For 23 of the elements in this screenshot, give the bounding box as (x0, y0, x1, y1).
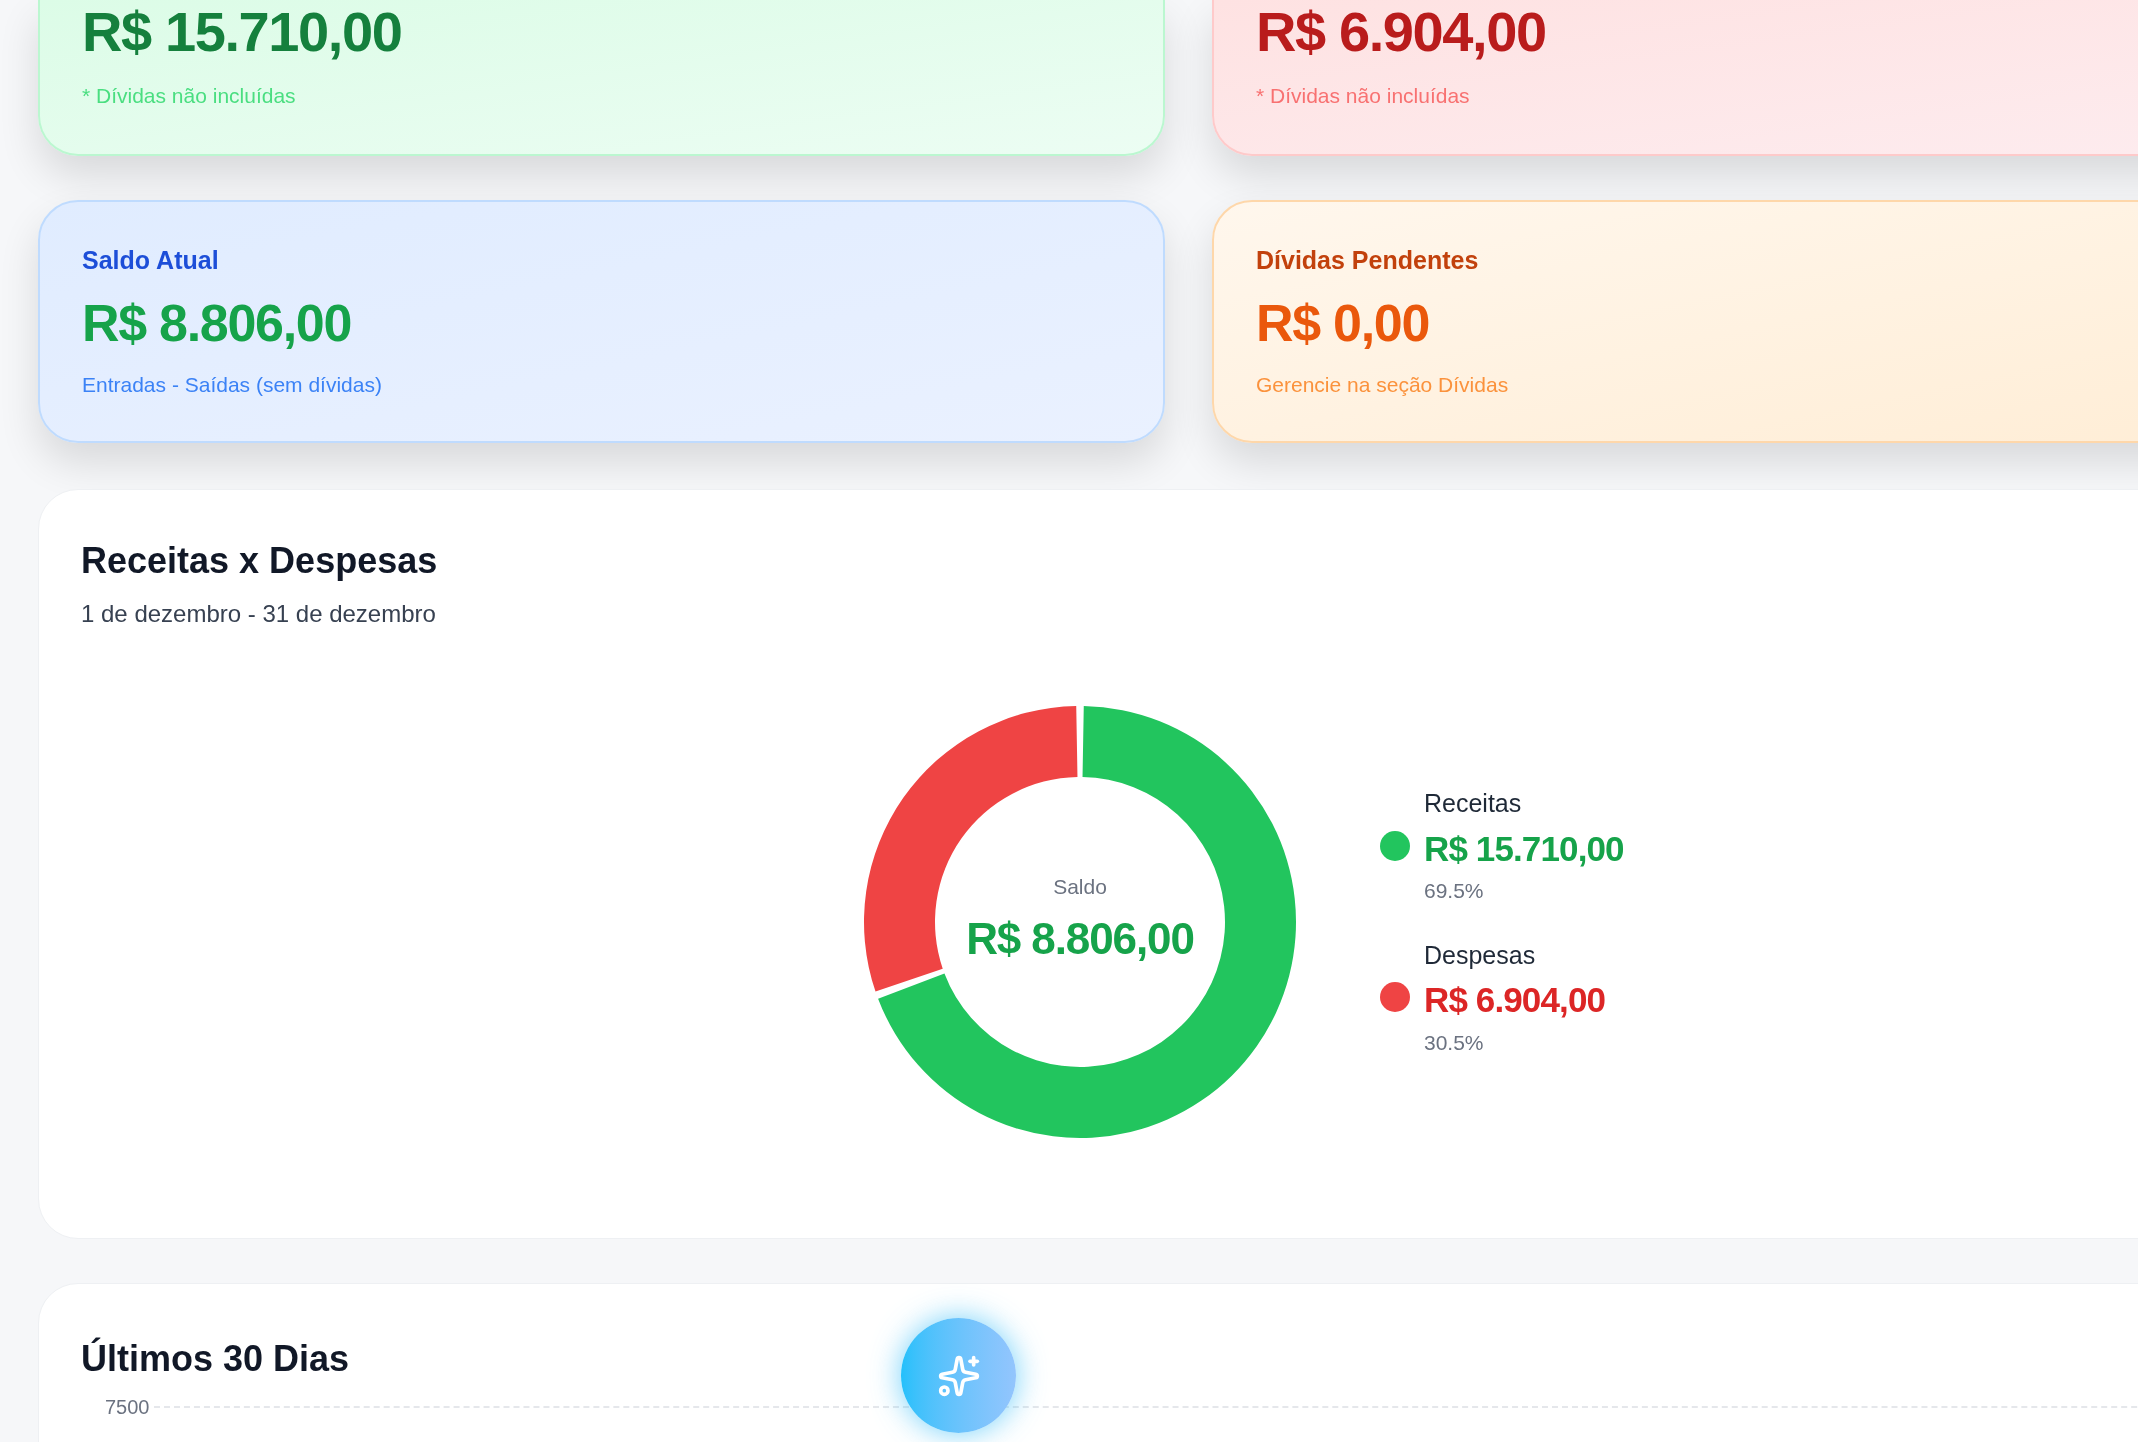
legend-value: R$ 15.710,00 (1424, 827, 1624, 870)
card-amount: R$ 8.806,00 (82, 293, 353, 353)
card-title: Dívidas Pendentes (1256, 244, 1480, 276)
legend-percent: 69.5% (1424, 878, 1485, 904)
center-label: Saldo (1053, 873, 1107, 900)
card-amount: R$ 0,00 (1256, 293, 1431, 353)
card-note: * Dívidas não incluídas (82, 83, 297, 109)
card-amount: R$ 15.710,00 (82, 0, 403, 64)
card-note: Gerencie na seção Dívidas (1256, 372, 1510, 398)
panel-title: Últimos 30 Dias (81, 1336, 350, 1381)
legend-label: Receitas (1424, 788, 1523, 819)
card-title: Saldo Atual (82, 244, 220, 276)
panel-title: Receitas x Despesas (81, 538, 438, 583)
legend-percent: 30.5% (1424, 1029, 1485, 1056)
sparkles-icon (936, 1353, 981, 1398)
center-value: R$ 8.806,00 (966, 913, 1194, 966)
card-note: * Dívidas não incluídas (1256, 83, 1471, 109)
legend-value: R$ 6.904,00 (1424, 979, 1606, 1021)
axis-tick-label: 7500 (105, 1395, 150, 1418)
card-note: Entradas - Saídas (sem dívidas) (82, 372, 383, 398)
card-amount: R$ 6.904,00 (1256, 0, 1547, 64)
panel-subtitle: 1 de dezembro - 31 de dezembro (81, 598, 437, 629)
legend-label: Despesas (1424, 939, 1537, 971)
